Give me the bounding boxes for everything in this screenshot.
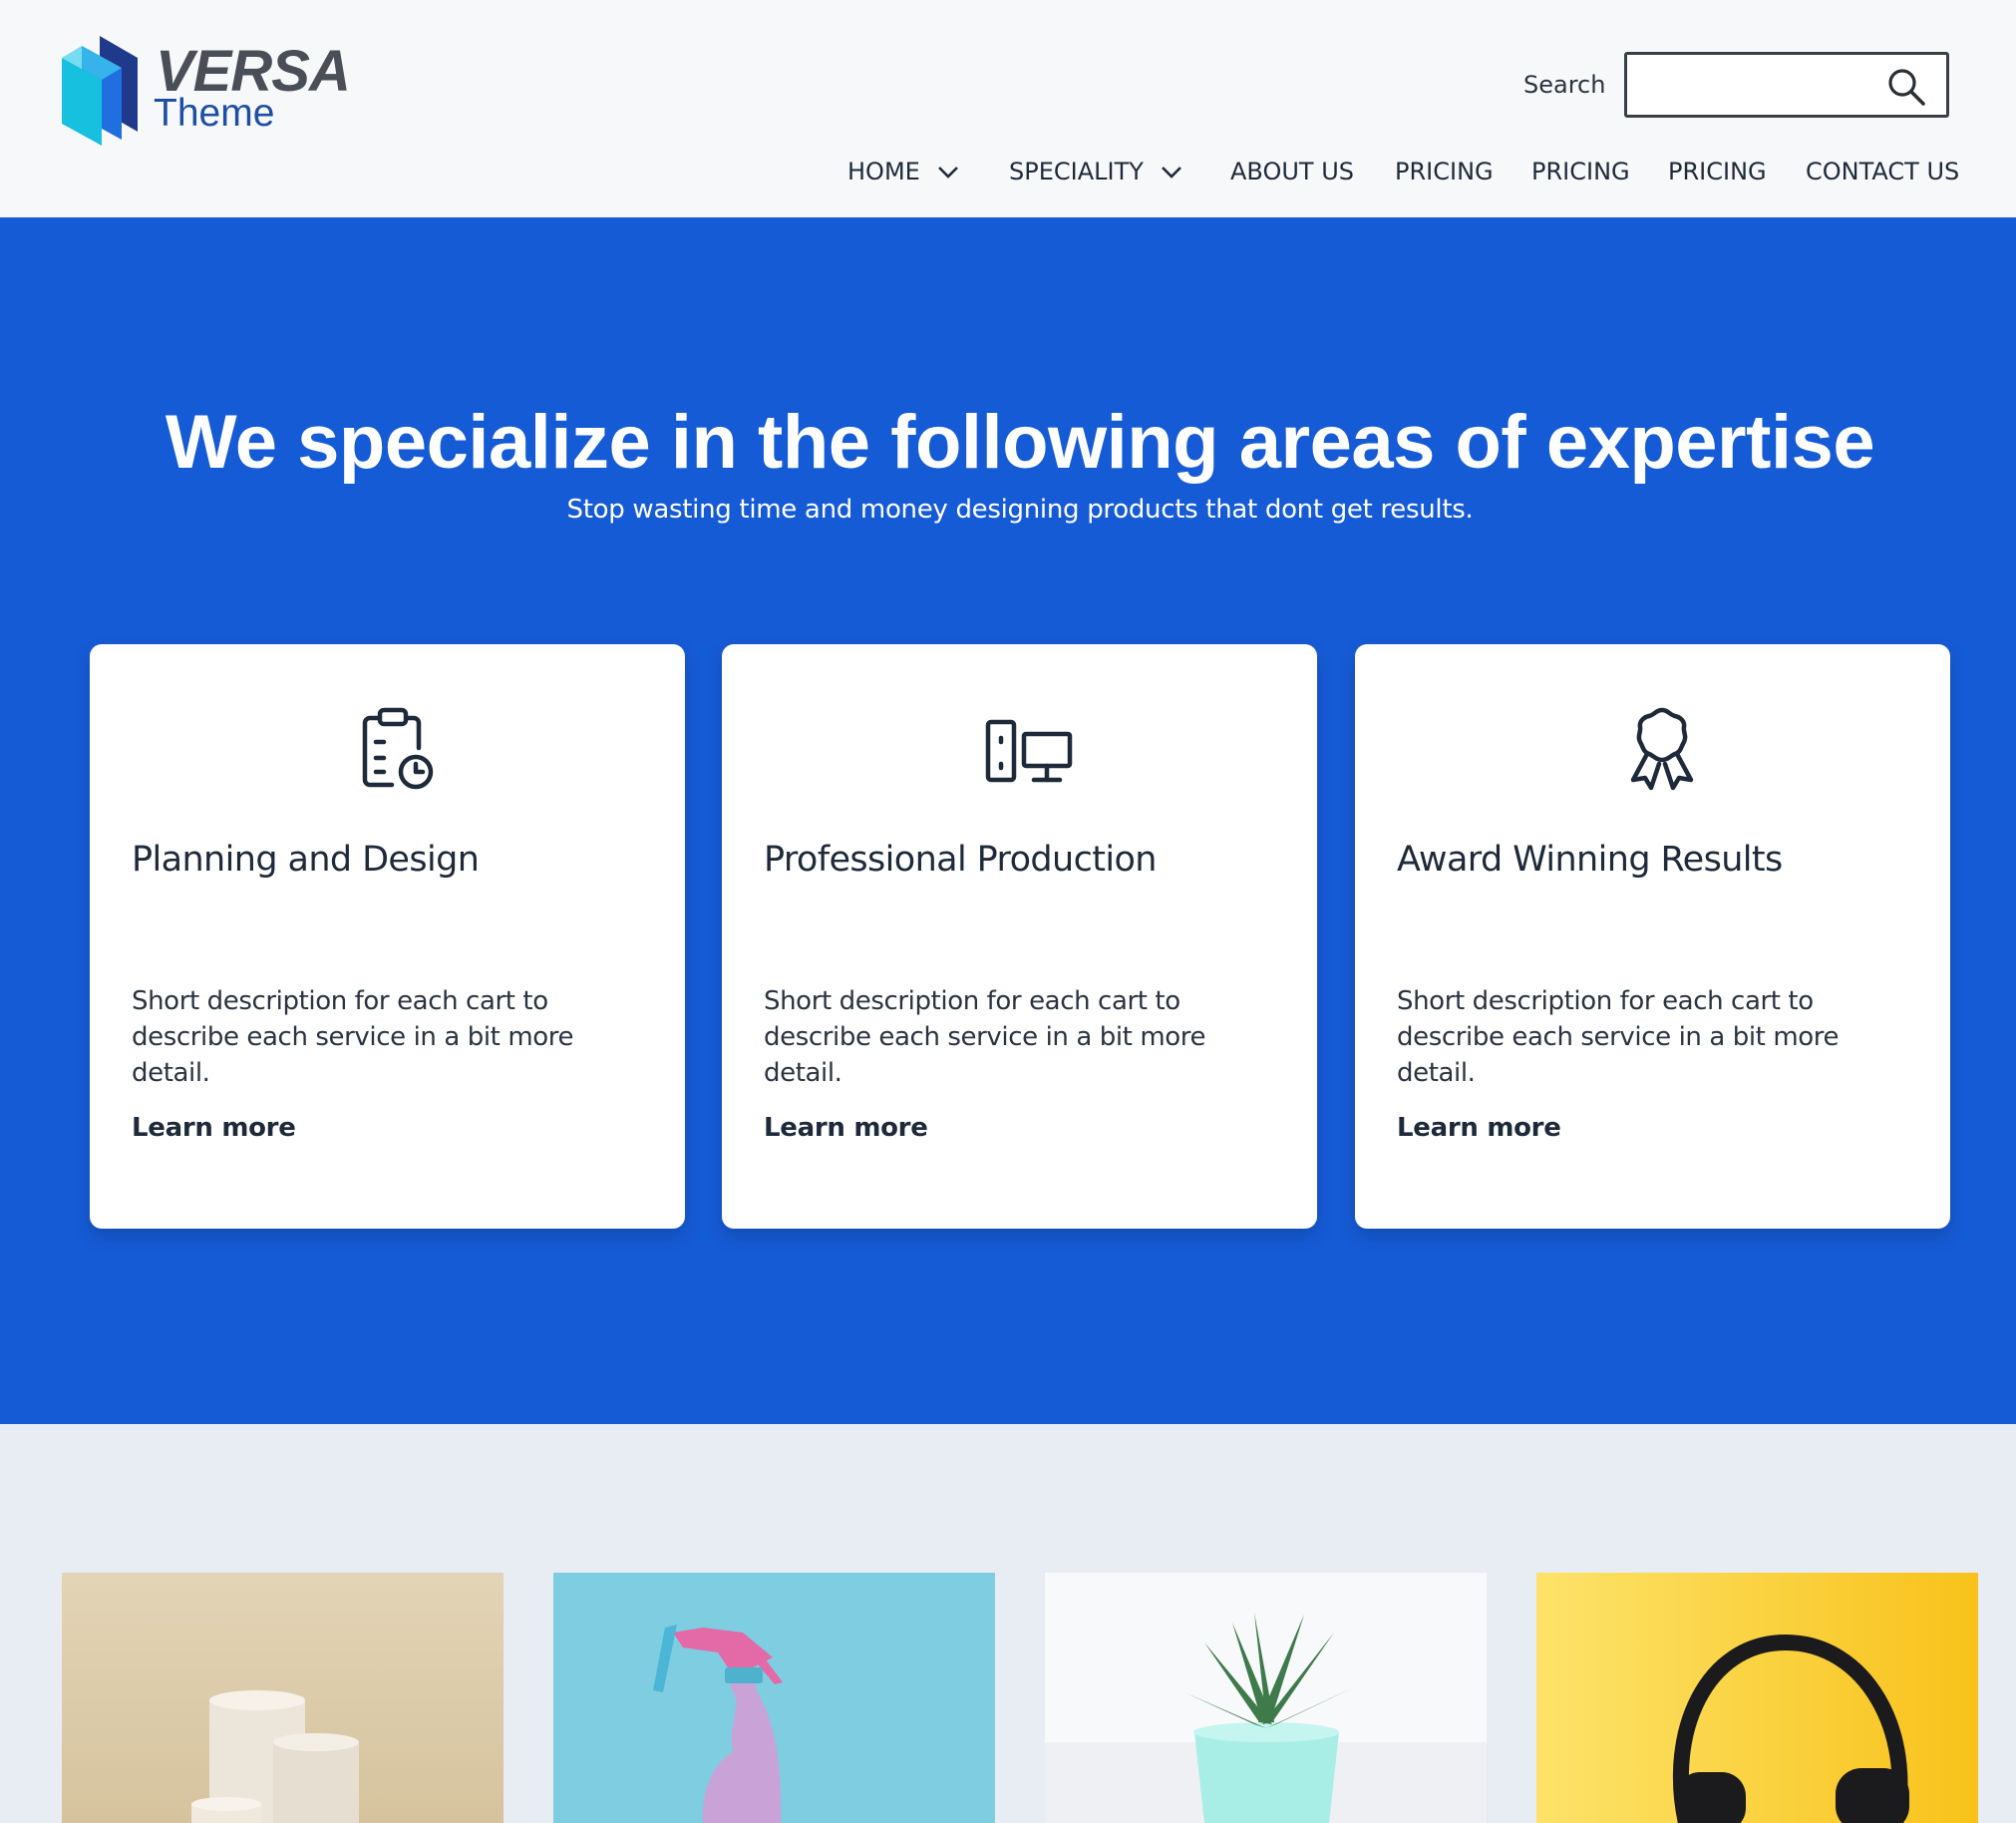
nav-item-about-us[interactable]: ABOUT US	[1230, 152, 1354, 191]
learn-more-link[interactable]: Learn more	[764, 1113, 928, 1143]
logo-tagline: Theme	[154, 92, 275, 135]
nav-item-label: CONTACT US	[1806, 158, 1960, 185]
search-box	[1624, 52, 1949, 118]
clipboard-clock-icon	[362, 707, 434, 790]
spray-bottle-image[interactable]	[553, 1573, 995, 1823]
nav-item-label: PRICING	[1395, 158, 1494, 185]
learn-more-link[interactable]: Learn more	[132, 1113, 296, 1143]
devices-icon	[985, 719, 1073, 783]
beige-podiums-image[interactable]	[62, 1573, 504, 1823]
nav-item-home[interactable]: HOME	[847, 152, 960, 191]
card-description: Short description for each cart to descr…	[764, 986, 1206, 1088]
services-section: We specialize in the following areas of …	[0, 217, 2016, 1424]
potted-succulent-image[interactable]	[1045, 1573, 1487, 1823]
nav-item-label: SPECIALITY	[1009, 158, 1144, 185]
site-header: VERSA Theme Search HOME SPECIALITY ABOUT…	[0, 0, 2016, 217]
card-description: Short description for each cart to descr…	[132, 986, 574, 1088]
service-card: Award Winning Results Short description …	[1355, 644, 1950, 1229]
nav-item-label: HOME	[847, 158, 920, 185]
learn-more-link[interactable]: Learn more	[1397, 1113, 1561, 1143]
service-card: Professional Production Short descriptio…	[722, 644, 1317, 1229]
section-subtitle: Stop wasting time and money designing pr…	[566, 495, 1474, 525]
nav-item-label: ABOUT US	[1230, 158, 1355, 185]
headphones-image[interactable]	[1536, 1573, 1978, 1823]
search-icon[interactable]	[1886, 67, 1926, 107]
chevron-down-icon	[1161, 167, 1181, 179]
nav-item-pricing[interactable]: PRICING	[1395, 152, 1494, 191]
card-title: Planning and Design	[132, 840, 480, 880]
chevron-down-icon	[937, 167, 958, 179]
versa-logo-icon	[62, 36, 138, 146]
nav-item-pricing[interactable]: PRICING	[1531, 152, 1630, 191]
nav-item-contact-us[interactable]: CONTACT US	[1806, 152, 1959, 191]
service-card: Planning and Design Short description fo…	[90, 644, 685, 1229]
section-title: We specialize in the following areas of …	[165, 400, 1875, 485]
nav-item-pricing[interactable]: PRICING	[1668, 152, 1767, 191]
card-title: Award Winning Results	[1397, 840, 1783, 880]
nav-item-label: PRICING	[1668, 158, 1767, 185]
card-title: Professional Production	[764, 840, 1157, 880]
award-ribbon-icon	[1630, 707, 1694, 791]
nav-item-label: PRICING	[1531, 158, 1630, 185]
card-description: Short description for each cart to descr…	[1397, 986, 1840, 1088]
search-label: Search	[1523, 71, 1606, 99]
brand-logo[interactable]: VERSA Theme	[60, 32, 351, 147]
search-input[interactable]	[1637, 63, 1876, 107]
nav-item-speciality[interactable]: SPECIALITY	[1009, 152, 1183, 191]
